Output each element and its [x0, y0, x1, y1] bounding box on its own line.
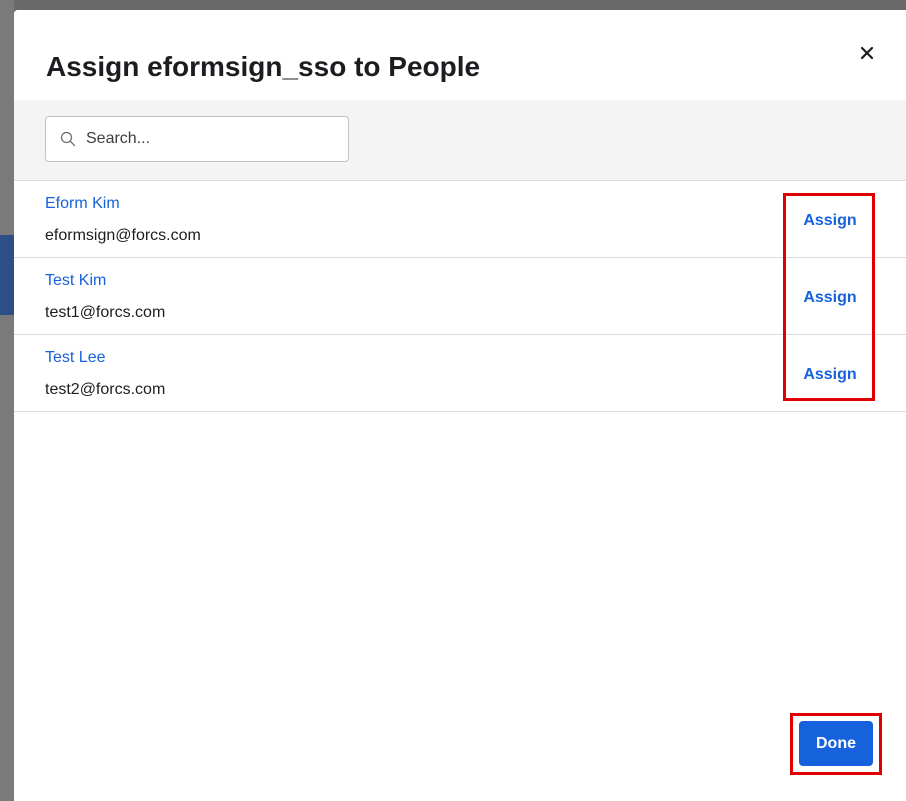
user-row: Test Lee test2@forcs.com Assign [14, 335, 906, 412]
search-input[interactable] [86, 125, 336, 153]
user-email: test2@forcs.com [45, 381, 166, 398]
search-field[interactable] [45, 116, 349, 162]
background-page-edge [0, 0, 14, 801]
search-icon [60, 131, 76, 147]
search-toolbar [14, 100, 906, 181]
user-email: eformsign@forcs.com [45, 227, 201, 244]
dialog-header: Assign eformsign_sso to People [14, 10, 906, 100]
user-email: test1@forcs.com [45, 304, 166, 321]
user-row: Test Kim test1@forcs.com Assign [14, 258, 906, 335]
user-row: Eform Kim eformsign@forcs.com Assign [14, 181, 906, 258]
background-page-banner [0, 235, 14, 315]
user-name-link[interactable]: Test Lee [45, 348, 105, 368]
done-button[interactable]: Done [799, 721, 873, 766]
user-name-link[interactable]: Test Kim [45, 271, 106, 291]
assign-button[interactable]: Assign [798, 363, 862, 387]
dialog-title: Assign eformsign_sso to People [46, 51, 481, 82]
close-icon [860, 46, 874, 60]
user-name-link[interactable]: Eform Kim [45, 194, 120, 214]
assign-people-dialog: Assign eformsign_sso to People Eform Kim… [14, 10, 906, 801]
user-list: Eform Kim eformsign@forcs.com Assign Tes… [14, 181, 906, 412]
assign-button[interactable]: Assign [798, 209, 862, 233]
assign-button[interactable]: Assign [798, 286, 862, 310]
close-button[interactable] [854, 40, 880, 66]
